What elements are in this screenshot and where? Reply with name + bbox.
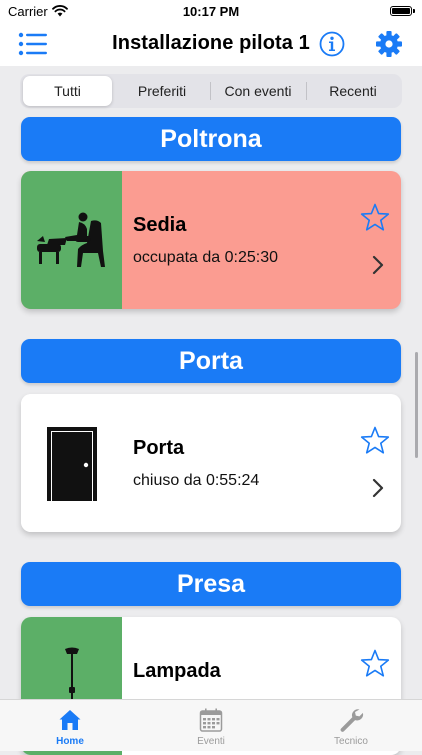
tab-tecnico[interactable]: Tecnico: [281, 700, 421, 751]
wrench-icon: [340, 709, 364, 732]
tab-eventi[interactable]: Eventi: [141, 700, 281, 751]
chevron-right-icon[interactable]: [372, 478, 384, 498]
battery-icon: [390, 6, 415, 16]
star-icon[interactable]: [359, 202, 391, 234]
chevron-right-icon[interactable]: [372, 255, 384, 275]
section-header-presa: Presa: [21, 562, 401, 606]
section-header-porta: Porta: [21, 339, 401, 383]
filter-segmented-control: Tutti Preferiti Con eventi Recenti: [20, 74, 402, 108]
tab-home[interactable]: Home: [0, 700, 140, 751]
tab-label: Eventi: [197, 736, 225, 747]
navigation-bar: Installazione pilota 1: [0, 24, 422, 66]
floor-lamp-icon: [65, 647, 79, 707]
clock: 10:17 PM: [182, 4, 240, 19]
house-icon: [59, 710, 81, 730]
device-state: chiuso da 0:55:24: [133, 472, 260, 489]
star-icon[interactable]: [359, 648, 391, 680]
tab-label: Home: [56, 736, 84, 747]
device-name: Lampada: [133, 660, 221, 682]
gear-icon[interactable]: [375, 30, 403, 58]
tab-label: Tecnico: [334, 736, 368, 747]
device-name: Sedia: [133, 214, 187, 236]
device-state: occupata da 0:25:30: [133, 249, 279, 266]
device-icon-box: [21, 171, 122, 309]
segment-con-eventi[interactable]: Con eventi: [211, 76, 305, 106]
door-icon: [47, 427, 97, 501]
device-card-sedia[interactable]: Sedia occupata da 0:25:30: [21, 171, 401, 309]
device-icon-box: [21, 394, 122, 532]
scroll-indicator[interactable]: [415, 352, 418, 458]
device-name: Porta: [133, 437, 185, 459]
device-card-porta[interactable]: Porta chiuso da 0:55:24: [21, 394, 401, 532]
segment-preferiti[interactable]: Preferiti: [116, 76, 208, 106]
calendar-icon: [199, 708, 223, 732]
status-bar: Carrier 10:17 PM: [0, 0, 422, 24]
star-icon[interactable]: [359, 425, 391, 457]
segment-tutti[interactable]: Tutti: [23, 76, 112, 106]
segment-recenti[interactable]: Recenti: [307, 76, 399, 106]
page-title: Installazione pilota 1: [112, 32, 310, 54]
section-header-poltrona: Poltrona: [21, 117, 401, 161]
armchair-icon: [37, 212, 105, 267]
tab-bar: Home Eventi Tecnico: [0, 699, 422, 751]
info-icon[interactable]: [319, 31, 345, 57]
